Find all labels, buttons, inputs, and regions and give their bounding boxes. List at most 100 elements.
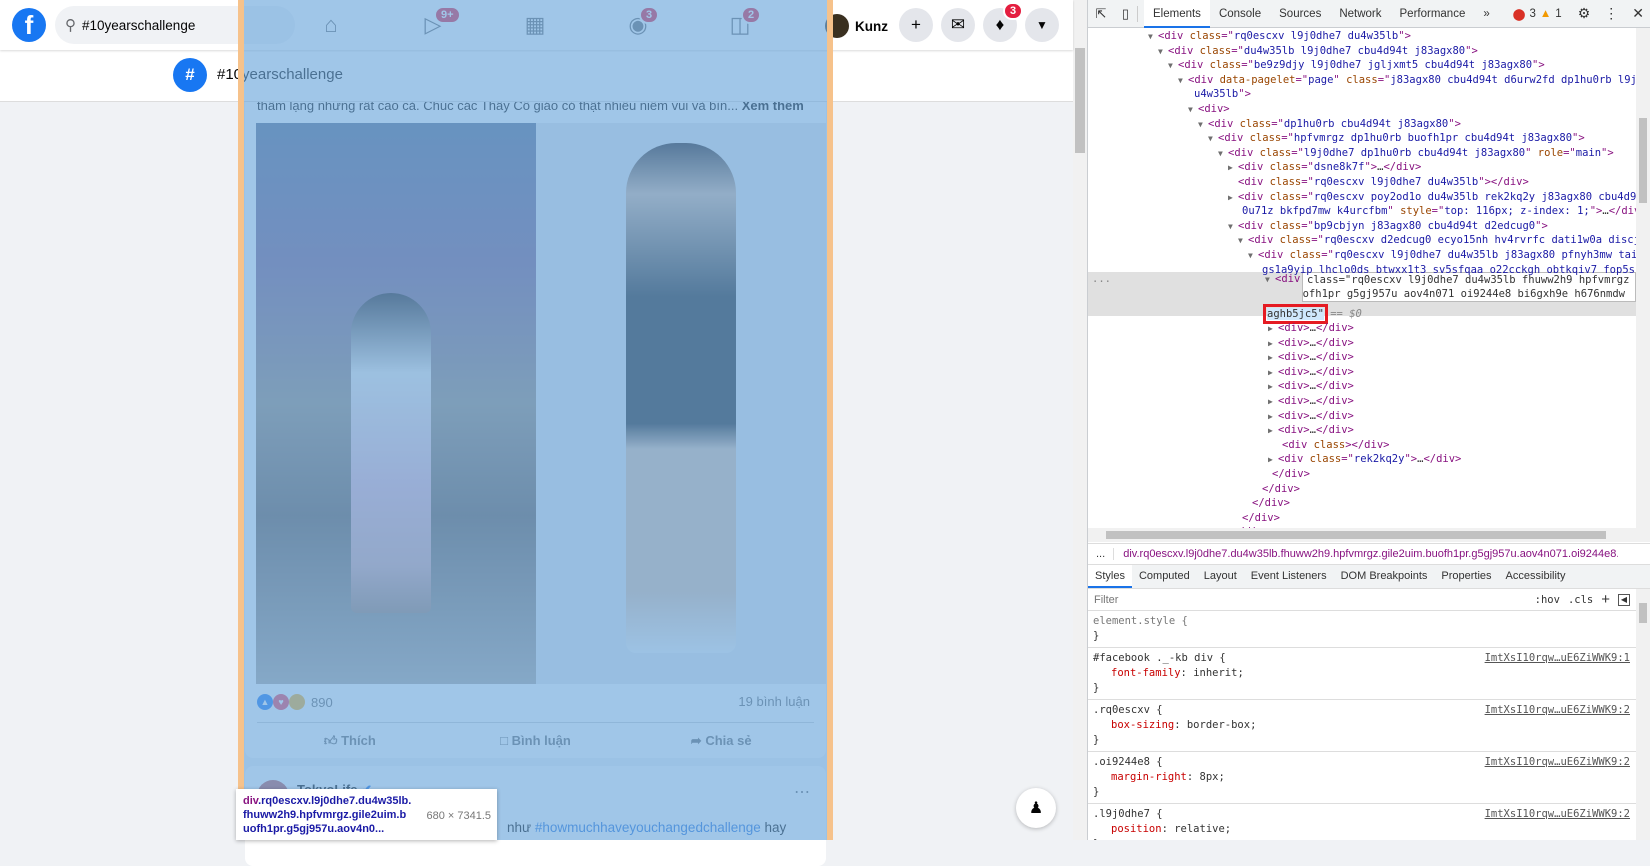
- dom-horizontal-scrollbar[interactable]: [1088, 528, 1650, 542]
- dom-node-line[interactable]: ▶ <div class="rq0escxv poy2od1o du4w35lb …: [1228, 190, 1636, 205]
- styles-tab-properties[interactable]: Properties: [1434, 565, 1498, 588]
- dom-node-line[interactable]: gs1a9yip lhclo0ds btwxx1t3 sv5sfqaa o22c…: [1252, 263, 1636, 278]
- settings-icon[interactable]: ⚙: [1578, 5, 1591, 22]
- contacts-button[interactable]: ♟: [1016, 788, 1056, 828]
- like-button[interactable]: 👍︎ Thích: [257, 724, 443, 758]
- devtools-tab-sources[interactable]: Sources: [1270, 0, 1330, 28]
- expand-arrow-icon[interactable]: ▶: [1268, 453, 1278, 468]
- dom-node-line[interactable]: ▶ <div>…</div>: [1268, 409, 1354, 424]
- dom-node-line[interactable]: u4w35lb">: [1184, 87, 1251, 102]
- comment-count[interactable]: 19 bình luận: [738, 694, 810, 709]
- dom-node-line[interactable]: ▶ <div>…</div>: [1268, 350, 1354, 365]
- expand-arrow-icon[interactable]: ▶: [1228, 191, 1238, 206]
- gaming-icon[interactable]: ◫ 2: [725, 6, 762, 38]
- property-name[interactable]: margin-right: [1111, 771, 1187, 783]
- new-rule-button[interactable]: +: [1601, 591, 1610, 608]
- collapse-arrow-icon[interactable]: ▼: [1208, 132, 1218, 147]
- dom-node-line[interactable]: </div>: [1232, 511, 1280, 526]
- share-button[interactable]: ➦ Chia sẻ: [628, 724, 814, 758]
- property-name[interactable]: font-family: [1111, 667, 1181, 679]
- collapse-arrow-icon[interactable]: ▼: [1158, 45, 1168, 60]
- error-icon[interactable]: ⬤: [1513, 7, 1526, 21]
- property-value[interactable]: : 8px;: [1187, 771, 1225, 783]
- dom-node-line[interactable]: ▶ <div>…</div>: [1268, 423, 1354, 438]
- expand-arrow-icon[interactable]: ▶: [1268, 366, 1278, 381]
- dom-node-line[interactable]: ▼ <div class="dp1hu0rb cbu4d94t j83agx80"…: [1198, 117, 1461, 132]
- rule-source-link[interactable]: ImtXsI10rqw…uE6ZiWWK9:2: [1485, 703, 1630, 718]
- comment-button[interactable]: □ Bình luận: [443, 724, 629, 758]
- dom-node-line[interactable]: ▶ <div>…</div>: [1268, 336, 1354, 351]
- dom-node-line[interactable]: ▼ <div class="rq0escxv l9j0dhe7 du4w35lb"…: [1148, 29, 1411, 44]
- notifications-icon[interactable]: ♦ 3: [983, 2, 1024, 42]
- close-icon[interactable]: ✕: [1632, 5, 1644, 22]
- dom-node-line[interactable]: ▼ <div class="rq0escxv d2edcug0 ecyo15nh …: [1238, 233, 1636, 248]
- more-options-icon[interactable]: ⋮: [1604, 5, 1618, 22]
- expand-arrow-icon[interactable]: ▶: [1268, 410, 1278, 425]
- devtools-tab-network[interactable]: Network: [1330, 0, 1390, 28]
- dom-node-line[interactable]: ▶ <div class="rek2kq2y">…</div>: [1268, 452, 1461, 467]
- collapse-arrow-icon[interactable]: ▼: [1178, 74, 1188, 89]
- expand-arrow-icon[interactable]: ▶: [1268, 380, 1278, 395]
- watch-icon[interactable]: ▷ 9+: [418, 6, 461, 38]
- styles-tab-dom-breakpoints[interactable]: DOM Breakpoints: [1334, 565, 1435, 588]
- expand-arrow-icon[interactable]: ▶: [1268, 322, 1278, 337]
- reactions-summary[interactable]: ▲ ♥ 890: [257, 694, 333, 710]
- devtools-tab-performance[interactable]: Performance: [1391, 0, 1475, 28]
- collapse-arrow-icon[interactable]: ▼: [1248, 249, 1258, 264]
- expand-arrow-icon[interactable]: ▶: [1268, 395, 1278, 410]
- post-options-icon[interactable]: ⋯: [794, 782, 810, 802]
- facebook-logo[interactable]: f: [12, 8, 46, 42]
- dom-node-line[interactable]: <div class></div>: [1272, 438, 1389, 453]
- expand-arrow-icon[interactable]: ▶: [1268, 337, 1278, 352]
- styles-tab-computed[interactable]: Computed: [1132, 565, 1197, 588]
- dom-node-line[interactable]: ▼ <div class="du4w35lb l9j0dhe7 cbu4d94t …: [1158, 44, 1478, 59]
- collapse-arrow-icon[interactable]: ▼: [1188, 103, 1198, 118]
- dom-node-line[interactable]: ▼ <div>: [1188, 102, 1230, 117]
- warning-icon[interactable]: ▲: [1540, 8, 1551, 20]
- expand-arrow-icon[interactable]: ▶: [1228, 161, 1238, 176]
- breadcrumb-item[interactable]: div.rq0escxv.l9j0dhe7.du4w35lb.fhuww2h9.…: [1123, 544, 1618, 564]
- account-menu-icon[interactable]: ▼: [1025, 8, 1059, 42]
- dom-node-line[interactable]: </div>: [1242, 496, 1290, 511]
- dom-node-line[interactable]: ▶ <div class="dsne8k7f">…</div>: [1228, 160, 1421, 175]
- dom-node-line[interactable]: ▼ <div class="bp9cbjyn j83agx80 cbu4d94t …: [1228, 219, 1548, 234]
- collapse-arrow-icon[interactable]: ▼: [1238, 234, 1248, 249]
- warning-count[interactable]: 1: [1555, 8, 1561, 20]
- dom-node-line[interactable]: </div>: [1252, 482, 1300, 497]
- collapse-arrow-icon[interactable]: ▼: [1168, 59, 1178, 74]
- property-name[interactable]: position: [1111, 823, 1162, 835]
- property-value[interactable]: : relative;: [1162, 823, 1232, 835]
- profile-button[interactable]: Kunz: [825, 14, 888, 38]
- dom-scrollbar[interactable]: [1636, 28, 1650, 528]
- collapse-arrow-icon[interactable]: ▼: [1218, 147, 1228, 162]
- error-count[interactable]: 3: [1530, 8, 1536, 20]
- search-input[interactable]: ⚲ #10yearschallenge: [55, 6, 295, 44]
- dom-node-line[interactable]: ▼ <div class="rq0escxv l9j0dhe7 du4w35lb …: [1248, 248, 1636, 263]
- devtools-tab-[interactable]: »: [1474, 0, 1498, 28]
- styles-tab-layout[interactable]: Layout: [1197, 565, 1244, 588]
- home-icon[interactable]: ⌂: [316, 12, 346, 38]
- inspect-element-icon[interactable]: ⇱: [1088, 6, 1114, 22]
- rule-source-link[interactable]: ImtXsI10rqw…uE6ZiWWK9:1: [1485, 651, 1630, 666]
- dom-node-line[interactable]: ▼ <div data-pagelet="page" class="j83agx8…: [1178, 73, 1636, 88]
- rule-source-link[interactable]: ImtXsI10rqw…uE6ZiWWK9:2: [1485, 755, 1630, 770]
- collapse-arrow-icon[interactable]: ▼: [1148, 30, 1158, 45]
- styles-tab-styles[interactable]: Styles: [1088, 565, 1132, 588]
- property-value[interactable]: : inherit;: [1181, 667, 1244, 679]
- devtools-tab-elements[interactable]: Elements: [1144, 0, 1210, 28]
- expand-arrow-icon[interactable]: ▶: [1268, 351, 1278, 366]
- page-scrollbar[interactable]: [1073, 0, 1087, 840]
- dom-node-line[interactable]: ▶ <div>…</div>: [1268, 394, 1354, 409]
- styles-tab-accessibility[interactable]: Accessibility: [1499, 565, 1573, 588]
- groups-icon[interactable]: ◉ 3: [623, 6, 660, 38]
- property-name[interactable]: box-sizing: [1111, 719, 1174, 731]
- dom-node-line[interactable]: 0u71z bkfpd7mw k4urcfbm" style="top: 116…: [1232, 204, 1636, 219]
- create-button[interactable]: +: [899, 8, 933, 42]
- device-toolbar-icon[interactable]: ▯: [1114, 5, 1138, 22]
- cls-toggle[interactable]: .cls: [1568, 594, 1593, 606]
- styles-scrollbar[interactable]: [1636, 589, 1650, 840]
- toggle-sidebar-icon[interactable]: ◀: [1618, 593, 1630, 606]
- dom-node-line[interactable]: ▶ <div>…</div>: [1268, 321, 1354, 336]
- expand-arrow-icon[interactable]: ▶: [1268, 424, 1278, 439]
- dom-node-line[interactable]: ▼ <div class="be9z9djy l9j0dhe7 jgljxmt5 …: [1168, 58, 1545, 73]
